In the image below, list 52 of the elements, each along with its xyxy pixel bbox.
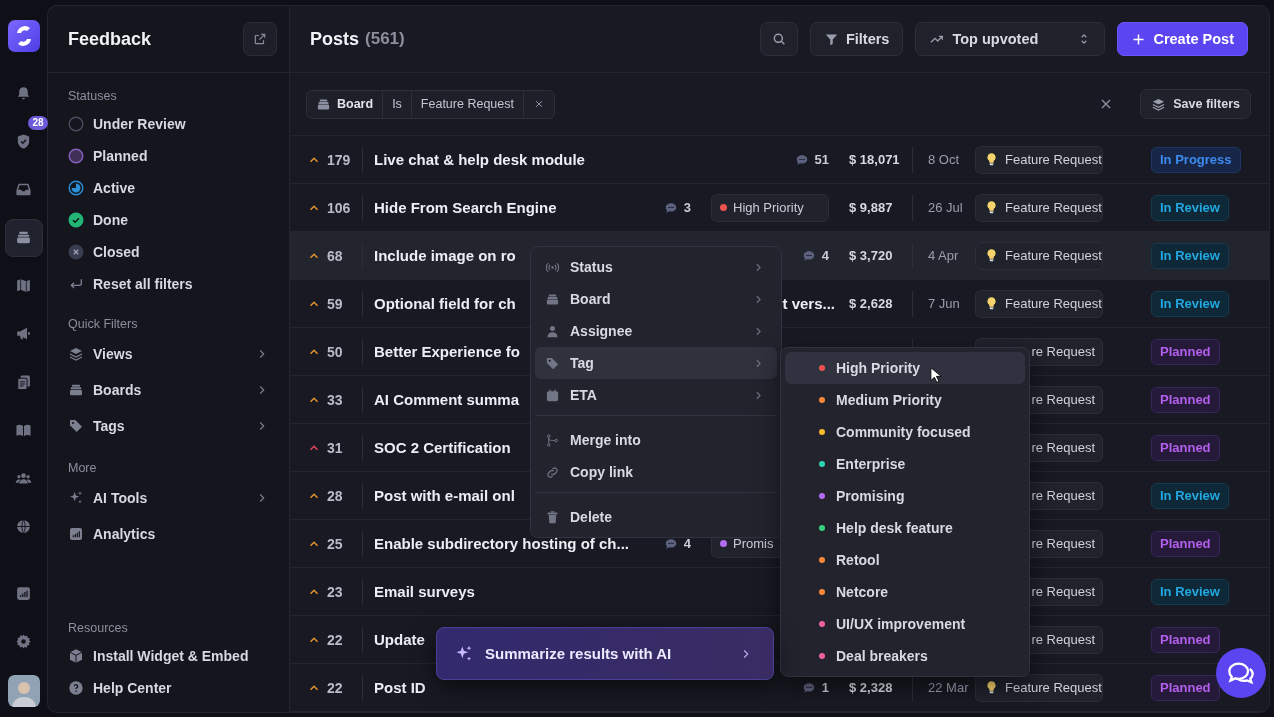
board-label: re Request: [1031, 344, 1095, 359]
board-label: re Request: [1031, 488, 1095, 503]
board-label: re Request: [1031, 584, 1095, 599]
board-label: Feature Request: [1005, 200, 1102, 215]
board-label: Feature Request: [1005, 296, 1102, 311]
post-date: 8 Oct: [928, 152, 960, 167]
post-date: 4 Apr: [928, 248, 959, 263]
comment-count: 4: [821, 248, 829, 263]
board-label: re Request: [1031, 440, 1095, 455]
section-heading: Resources: [68, 620, 129, 637]
board-label: re Request: [1031, 392, 1095, 407]
amount-value: $ 18,071: [849, 152, 900, 167]
board-label: Feature Request: [1005, 152, 1102, 167]
post-date: 22 Mar: [928, 680, 969, 695]
filter-operator: Is: [383, 90, 412, 118]
comment-count: 3: [683, 200, 691, 215]
section-heading: Quick Filters: [68, 316, 139, 333]
tag-label: Promis: [733, 536, 774, 551]
filter-field: Board: [307, 90, 384, 118]
post-count: (561): [365, 29, 405, 49]
vote-count: 25: [327, 535, 343, 552]
vote-count: 22: [327, 679, 343, 696]
vote-count: 50: [327, 343, 343, 360]
section-heading: More: [68, 460, 98, 477]
sidebar-title: Feedback: [68, 28, 152, 50]
vote-count: 179: [327, 151, 351, 168]
vote-count: 68: [327, 247, 343, 264]
board-label: re Request: [1031, 536, 1095, 551]
vote-count: 33: [327, 391, 343, 408]
vote-count: 59: [327, 295, 343, 312]
post-date: 7 Jun: [928, 296, 960, 311]
vote-count: 28: [327, 487, 343, 504]
comment-count: 1: [821, 680, 829, 695]
amount-value: $ 2,628: [849, 296, 893, 311]
amount-value: $ 3,720: [849, 248, 893, 263]
comment-count: 51: [814, 152, 829, 167]
board-label: re Request: [1031, 632, 1095, 647]
page-title: Posts: [310, 28, 360, 50]
post-date: 26 Jul: [928, 200, 963, 215]
count-badge: 28: [28, 116, 48, 131]
vote-count: 31: [327, 439, 343, 456]
amount-value: $ 9,887: [849, 200, 893, 215]
vote-count: 23: [327, 583, 343, 600]
vote-count: 106: [327, 199, 351, 216]
tag-label: High Priority: [733, 200, 804, 215]
board-label: Feature Request: [1005, 680, 1102, 695]
amount-value: $ 2,328: [849, 680, 893, 695]
vote-count: 22: [327, 631, 343, 648]
comment-count: 4: [683, 536, 691, 551]
filter-value: Feature Request: [411, 90, 524, 118]
section-heading: Statuses: [68, 88, 118, 105]
board-label: Feature Request: [1005, 248, 1102, 263]
